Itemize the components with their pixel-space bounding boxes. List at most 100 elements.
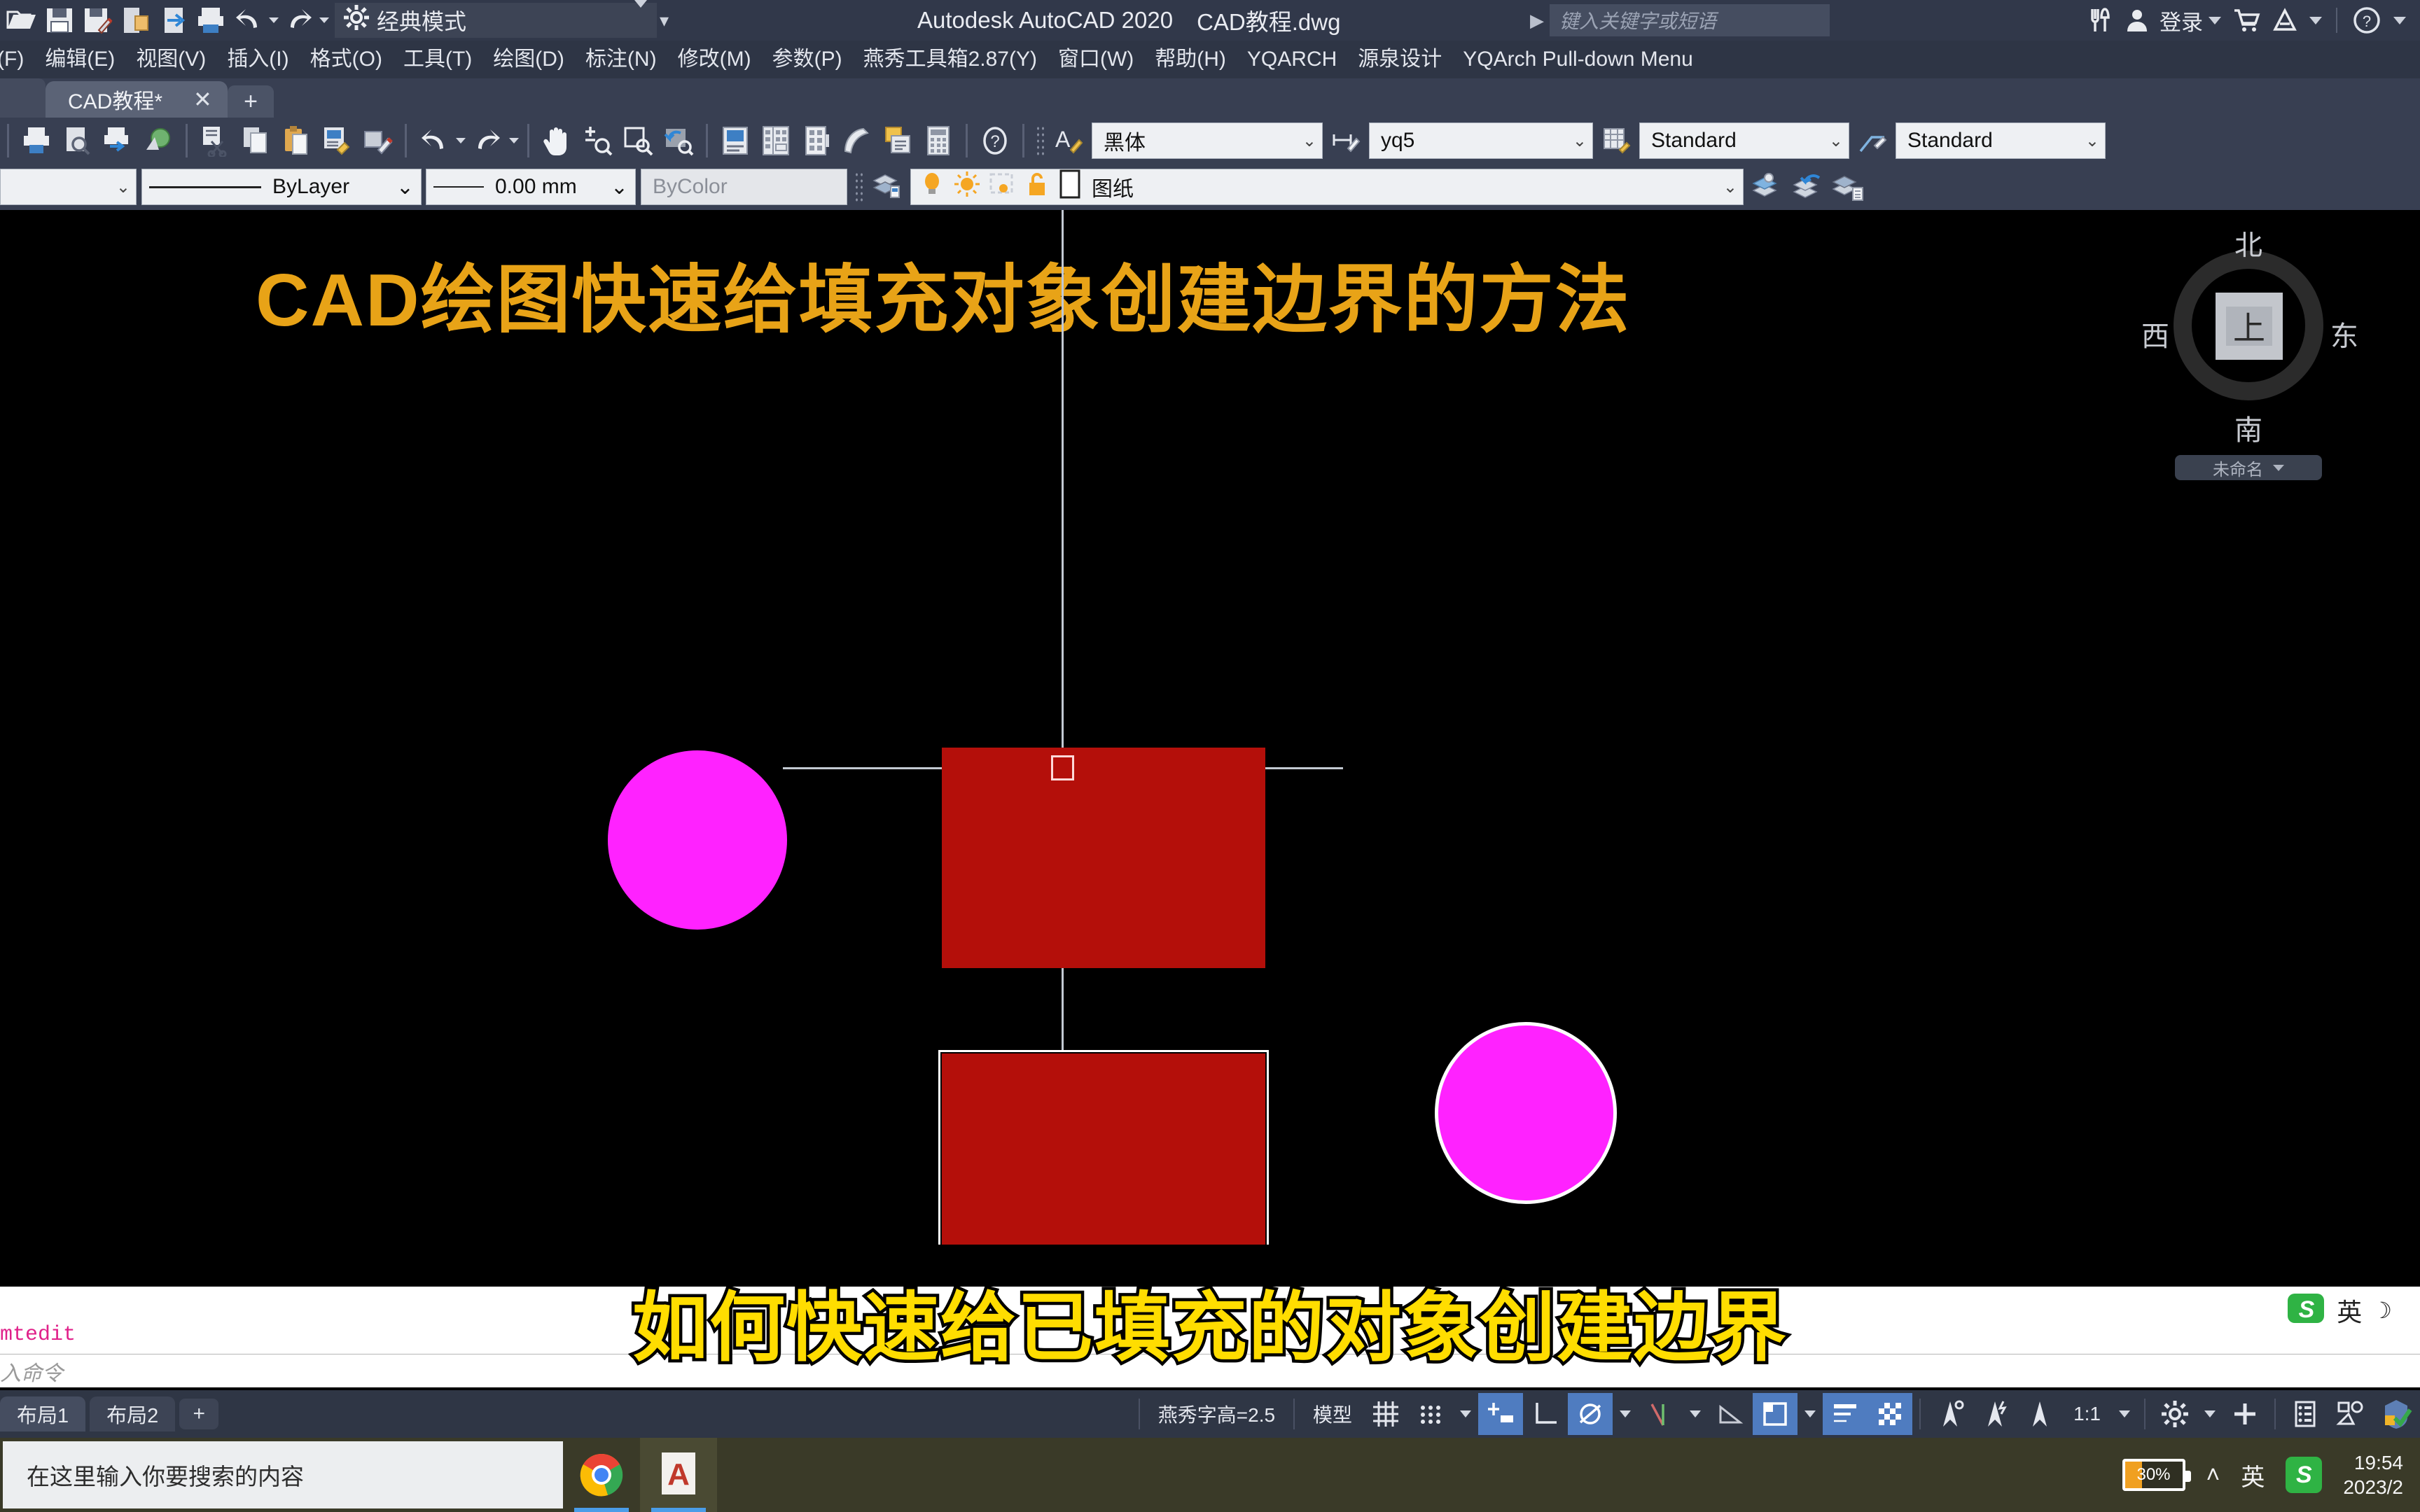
signin-dropdown-icon[interactable] xyxy=(2203,0,2227,41)
paste-icon[interactable] xyxy=(278,121,314,160)
linetype-combo[interactable]: ByLayer ⌄ xyxy=(141,169,422,205)
chevron-down-icon[interactable]: ⌄ xyxy=(2077,131,2099,151)
polar-tracking-toggle-icon[interactable] xyxy=(1568,1393,1613,1435)
save-icon[interactable] xyxy=(43,4,76,37)
cart-icon[interactable] xyxy=(2227,0,2266,41)
layer-make-current-icon[interactable] xyxy=(1789,167,1826,206)
chevron-down-icon[interactable]: ⌄ xyxy=(1294,131,1316,151)
layer-lock-icon[interactable] xyxy=(1023,170,1051,204)
menu-item-view[interactable]: 视图(V) xyxy=(125,41,216,78)
autodesk-logo-icon[interactable] xyxy=(2266,0,2304,41)
menu-item-window[interactable]: 窗口(W) xyxy=(1048,41,1144,78)
chevron-down-icon[interactable]: ⌄ xyxy=(396,175,414,200)
otrack-toggle-icon[interactable] xyxy=(1708,1393,1753,1435)
menu-item-yuanquan[interactable]: 源泉设计 xyxy=(1347,41,1452,78)
preview-icon[interactable] xyxy=(59,121,95,160)
properties-palette-icon[interactable] xyxy=(717,121,753,160)
chevron-down-icon[interactable]: ⌄ xyxy=(108,177,130,197)
lineweight-display-toggle-icon[interactable] xyxy=(1823,1393,1868,1435)
user-avatar-icon[interactable] xyxy=(2119,0,2155,41)
help-icon[interactable]: ? xyxy=(977,121,1013,160)
text-style-combo[interactable]: 黑体 ⌄ xyxy=(1092,122,1323,159)
chevron-down-icon[interactable] xyxy=(634,0,647,34)
workspace-switch-icon[interactable] xyxy=(2153,1393,2197,1435)
menu-item-draw[interactable]: 绘图(D) xyxy=(482,41,575,78)
workspace-dropdown-icon[interactable] xyxy=(2204,1410,2216,1418)
snap-toggle-icon[interactable] xyxy=(1408,1393,1453,1435)
redo-dropdown-icon[interactable] xyxy=(508,124,520,158)
publish-icon[interactable] xyxy=(99,121,136,160)
isolate-objects-icon[interactable] xyxy=(2328,1393,2372,1435)
menu-item-format[interactable]: 格式(O) xyxy=(300,41,393,78)
sogou-tray-icon[interactable]: S xyxy=(2286,1457,2323,1493)
chevron-down-icon[interactable]: ⌄ xyxy=(1564,131,1587,151)
menu-item-help[interactable]: 帮助(H) xyxy=(1144,41,1237,78)
cut-icon[interactable] xyxy=(197,121,233,160)
menu-item-insert[interactable]: 插入(I) xyxy=(216,41,299,78)
layer-properties-icon[interactable] xyxy=(869,167,905,206)
undo-icon[interactable] xyxy=(416,121,452,160)
import-icon[interactable] xyxy=(156,4,190,37)
match-properties-icon[interactable] xyxy=(319,121,355,160)
battery-icon[interactable]: 30% xyxy=(2122,1459,2191,1491)
view-cube-top-face[interactable]: 上 xyxy=(2216,293,2283,360)
chevron-down-icon[interactable]: ⌄ xyxy=(1821,131,1843,151)
polar-dropdown-icon[interactable] xyxy=(1620,1410,1632,1418)
text-style-icon[interactable]: A xyxy=(1050,121,1087,160)
undo-icon[interactable] xyxy=(232,4,265,37)
menu-item-edit[interactable]: 编辑(E) xyxy=(34,41,125,78)
plotstyle-combo[interactable]: ByColor xyxy=(641,169,847,205)
sheet-set-icon[interactable] xyxy=(839,121,875,160)
table-style-icon[interactable] xyxy=(1598,121,1634,160)
export-icon[interactable] xyxy=(118,4,152,37)
dim-style-icon[interactable] xyxy=(1328,121,1364,160)
undo-dropdown-icon[interactable] xyxy=(267,4,280,37)
annotation-visibility-icon[interactable] xyxy=(2017,1393,2062,1435)
dynamic-input-toggle-icon[interactable] xyxy=(1478,1393,1524,1435)
qat-customize-button[interactable]: ▾ xyxy=(660,11,669,29)
annotation-scale-label[interactable]: 1:1 xyxy=(2062,1403,2112,1425)
plot-icon[interactable] xyxy=(194,4,228,37)
menu-item-modify[interactable]: 修改(M) xyxy=(667,41,762,78)
zoom-window-icon[interactable] xyxy=(620,121,656,160)
grid-toggle-icon[interactable] xyxy=(1363,1393,1408,1435)
layout-tab-2[interactable]: 布局2 xyxy=(90,1396,176,1432)
publish-web-icon[interactable] xyxy=(140,121,176,160)
layer-color-swatch[interactable] xyxy=(1058,169,1082,205)
redo-dropdown-icon[interactable] xyxy=(318,4,331,37)
new-tab-button[interactable]: + xyxy=(228,85,274,118)
help-icon[interactable]: ? xyxy=(2346,0,2388,41)
redo-icon[interactable] xyxy=(282,4,316,37)
block-editor-icon[interactable] xyxy=(359,121,396,160)
menu-item-tools[interactable]: 工具(T) xyxy=(393,41,482,78)
tool-palettes-icon[interactable] xyxy=(798,121,835,160)
menu-item-parametric[interactable]: 参数(P) xyxy=(762,41,853,78)
layer-toolbar-grip[interactable] xyxy=(854,172,865,202)
taskbar-autocad-icon[interactable]: A xyxy=(640,1438,717,1512)
layer-freeze-icon[interactable] xyxy=(953,170,981,204)
menu-item-yqarch[interactable]: YQARCH xyxy=(1237,41,1347,78)
markup-set-icon[interactable] xyxy=(879,121,916,160)
menu-item-yanxiu-toolbox[interactable]: 燕秀工具箱2.87(Y) xyxy=(853,41,1048,78)
chevron-down-icon[interactable]: ⌄ xyxy=(611,175,628,200)
chevron-down-icon[interactable]: ⌄ xyxy=(1715,177,1737,197)
save-as-icon[interactable] xyxy=(81,4,114,37)
osnap-dropdown-icon[interactable] xyxy=(1690,1410,1702,1418)
search-expand-icon[interactable]: ▶ xyxy=(1530,10,1544,31)
undo-dropdown-icon[interactable] xyxy=(454,124,467,158)
toolbar-grip[interactable] xyxy=(1036,125,1047,156)
pan-icon[interactable] xyxy=(538,121,575,160)
osnap-toggle-icon[interactable] xyxy=(1638,1393,1683,1435)
signin-label[interactable]: 登录 xyxy=(2160,5,2203,36)
layer-states-icon[interactable] xyxy=(1830,167,1866,206)
plot-icon[interactable] xyxy=(18,121,55,160)
layer-previous-icon[interactable] xyxy=(1748,167,1785,206)
show-hidden-icons-icon[interactable]: ˄ xyxy=(2206,1462,2220,1489)
table-style-combo[interactable]: Standard ⌄ xyxy=(1639,122,1849,159)
taskbar-chrome-icon[interactable] xyxy=(563,1438,640,1512)
redo-icon[interactable] xyxy=(469,121,506,160)
mleader-style-combo[interactable]: Standard ⌄ xyxy=(1896,122,2106,159)
dim-style-combo[interactable]: yq5 ⌄ xyxy=(1369,122,1593,159)
autodesk-apps-icon[interactable] xyxy=(2080,0,2119,41)
help-dropdown-icon[interactable] xyxy=(2388,0,2412,41)
